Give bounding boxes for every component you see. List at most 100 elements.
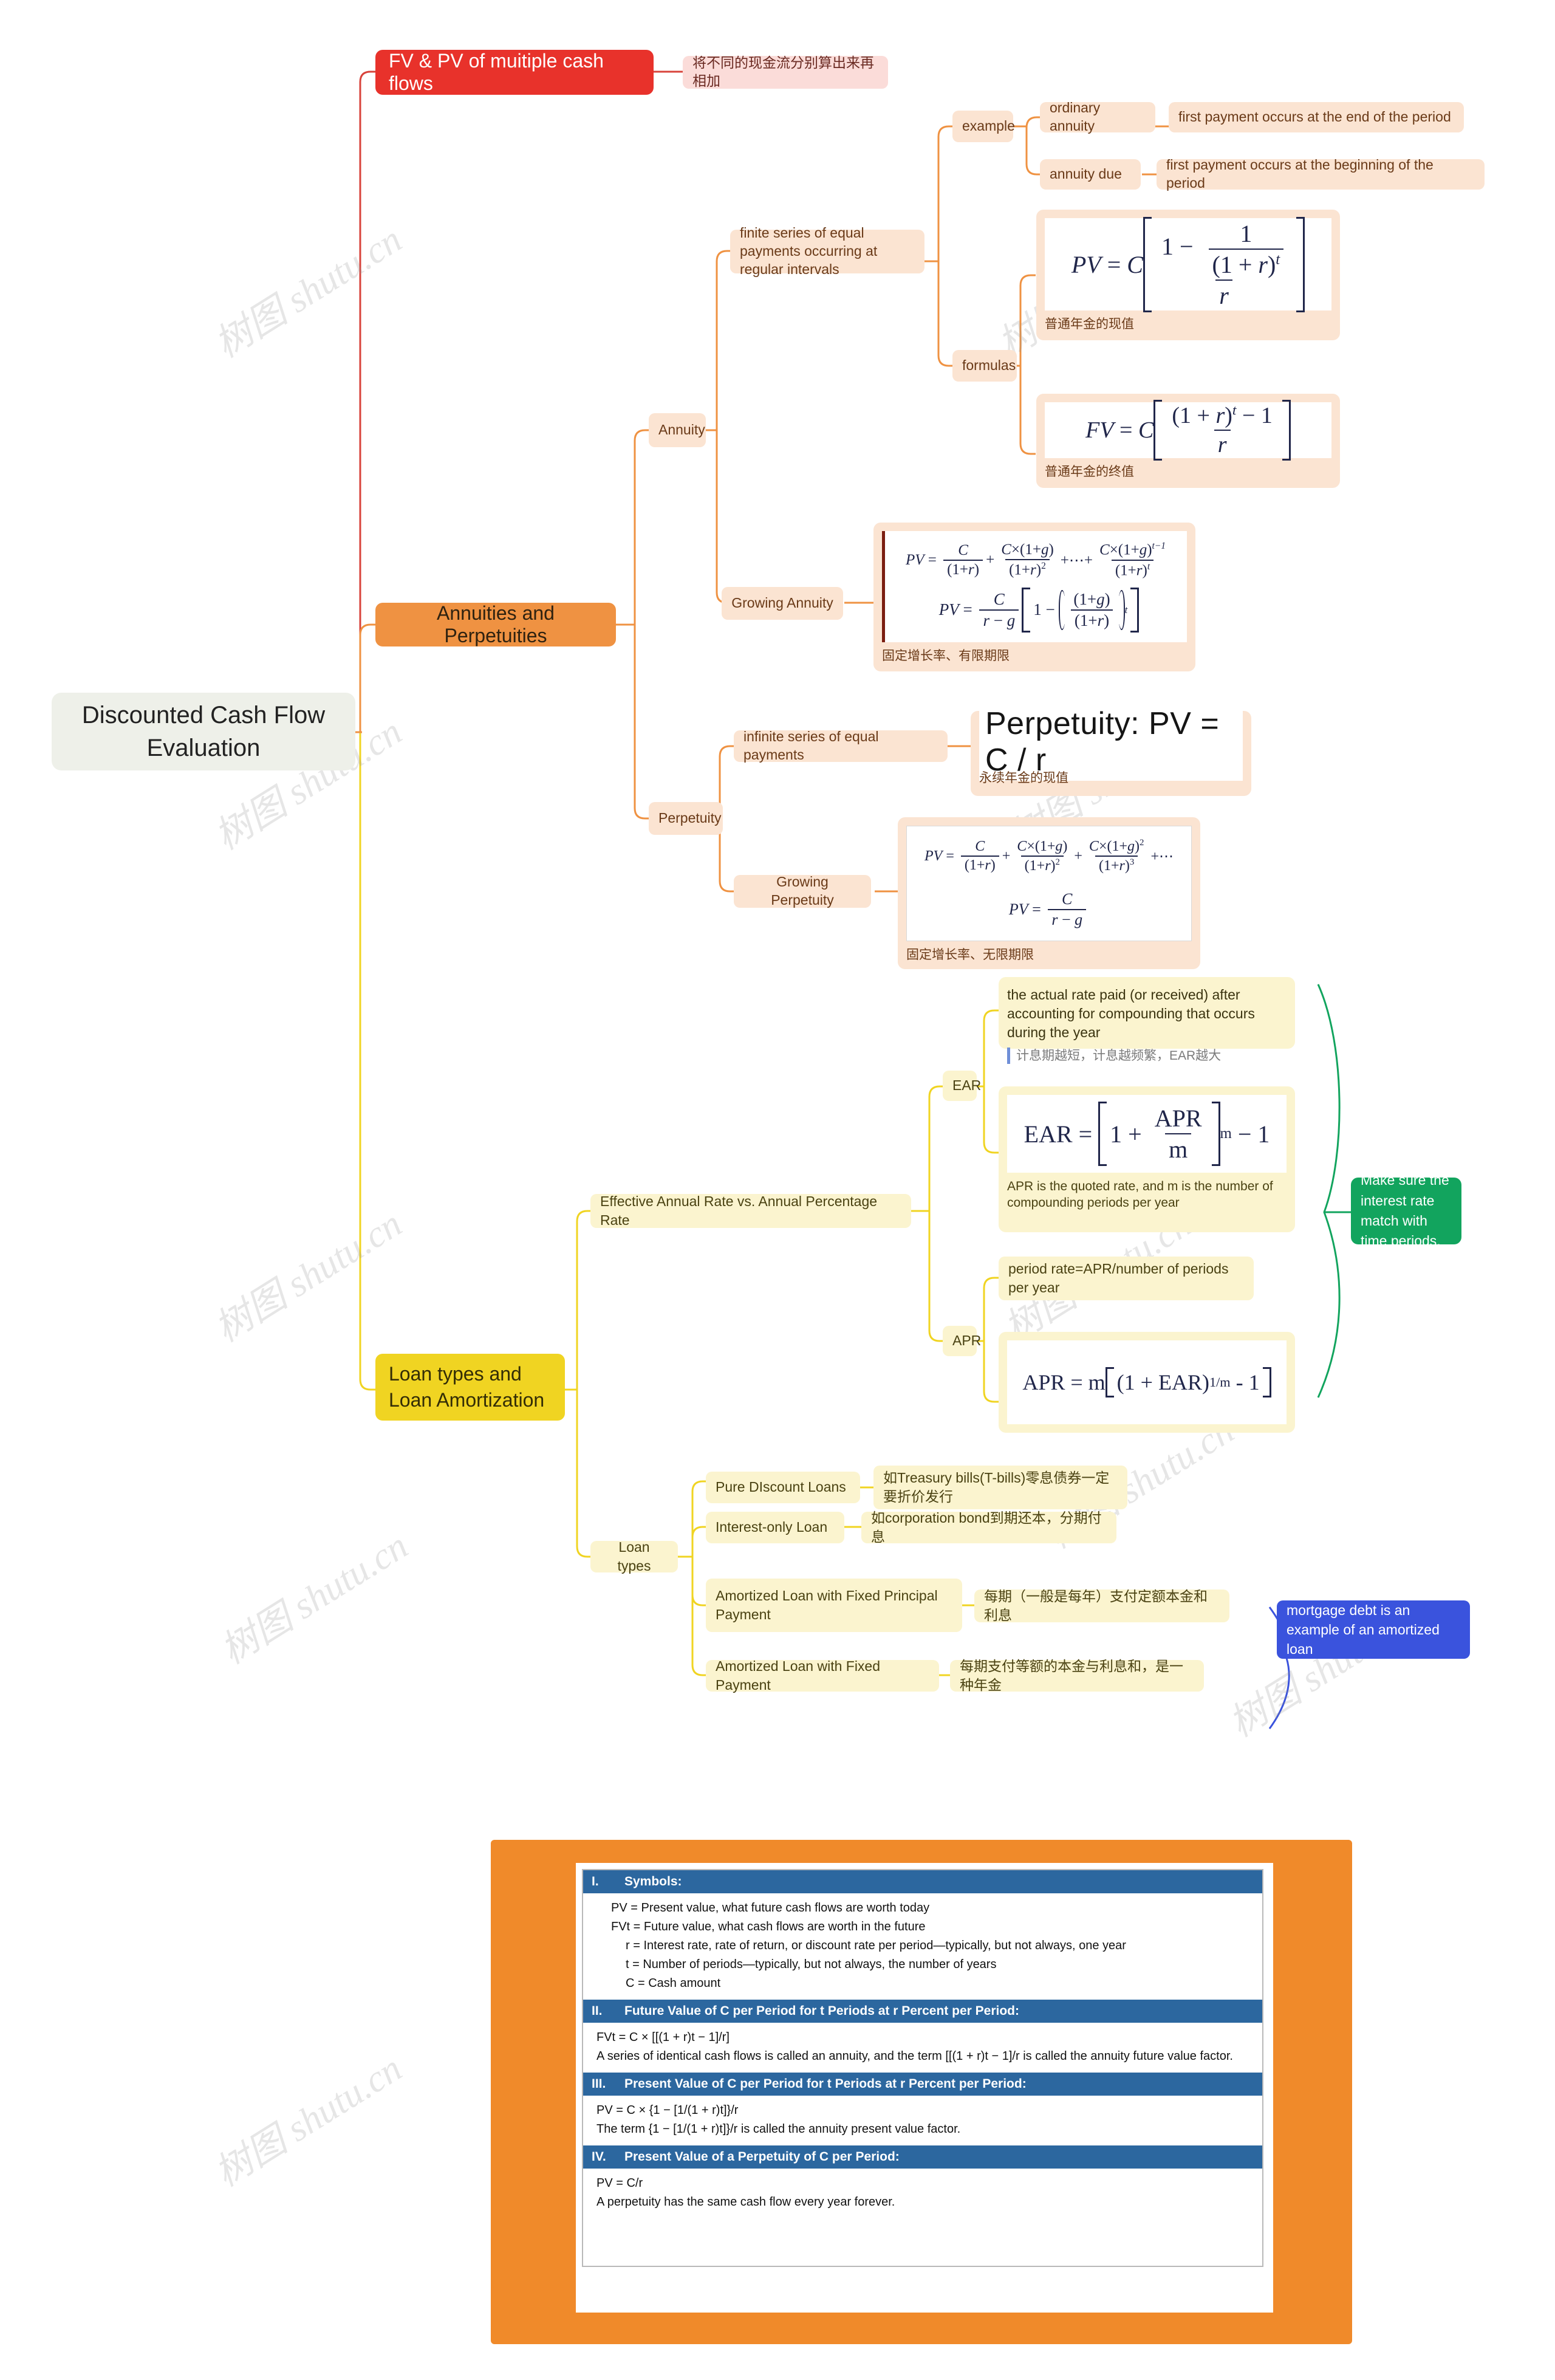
watermark: 树图 shutu.cn <box>208 2047 409 2195</box>
node-amortized-fixed-payment-label: Amortized Loan with Fixed Payment <box>716 1658 881 1693</box>
node-ear-label: EAR <box>952 1077 982 1094</box>
node-interest-only-loan-desc-label: 如corporation bond到期还本，分期付息 <box>871 1509 1102 1545</box>
fv-formula-caption: 普通年金的终值 <box>1045 465 1134 479</box>
table-section-body: FVt = C × [[(1 + r)t − 1]/r] A series of… <box>583 2023 1262 2073</box>
node-ear-vs-apr[interactable]: Effective Annual Rate vs. Annual Percent… <box>590 1193 911 1228</box>
table-section-header: I. Symbols: <box>583 1870 1262 1893</box>
table-section-body: PV = C × {1 − [1/(1 + r)t]}/r The term {… <box>583 2096 1262 2145</box>
node-amortized-fixed-payment[interactable]: Amortized Loan with Fixed Payment <box>706 1658 939 1693</box>
branch-loans[interactable]: Loan types and Loan Amortization <box>375 1354 565 1421</box>
node-perpetuity-definition[interactable]: infinite series of equal payments <box>734 729 948 763</box>
node-amortized-fixed-payment-desc-label: 每期支付等额的本金与利息和，是一种年金 <box>960 1658 1183 1693</box>
table-line: r = Interest rate, rate of return, or di… <box>626 1939 1126 1952</box>
node-apr-definition[interactable]: period rate=APR/number of periods per ye… <box>999 1257 1254 1300</box>
card-fv-ordinary-annuity[interactable]: FV = C (1 + r)t − 1 r 普通年金的终值 <box>1036 394 1340 488</box>
node-interest-only-loan-label: Interest-only Loan <box>716 1519 828 1535</box>
table-line: The term {1 − [1/(1 + r)t]}/r is called … <box>596 2122 961 2136</box>
table-section-header: II. Future Value of C per Period for t P… <box>583 2000 1262 2023</box>
table-line: A perpetuity has the same cash flow ever… <box>596 2195 895 2209</box>
node-pure-discount-loans-label: Pure DIscount Loans <box>716 1479 846 1495</box>
section-title: Present Value of C per Period for t Peri… <box>624 2077 1027 2091</box>
section-title: Future Value of C per Period for t Perio… <box>624 2004 1019 2018</box>
table-line: A series of identical cash flows is call… <box>596 2049 1233 2063</box>
card-ear-definition[interactable]: the actual rate paid (or received) after… <box>999 977 1295 1065</box>
pv-formula-image: PV = C 1 − 1 (1 + r)t r <box>1045 216 1331 312</box>
node-amortized-fixed-principal-desc[interactable]: 每期（一般是每年）支付定额本金和利息 <box>974 1588 1229 1623</box>
node-ordinary-annuity[interactable]: ordinary annuity <box>1040 100 1155 134</box>
node-annuity-definition-label: finite series of equal payments occurrin… <box>740 225 878 277</box>
branch-fv-pv-label: FV & PV of muitiple cash flows <box>389 50 604 94</box>
node-amortized-fixed-principal-desc-label: 每期（一般是每年）支付定额本金和利息 <box>984 1588 1208 1623</box>
ear-definition-text: the actual rate paid (or received) after… <box>1007 987 1255 1041</box>
node-ordinary-annuity-desc-label: first payment occurs at the end of the p… <box>1178 109 1451 125</box>
table-line: C = Cash amount <box>626 1977 721 1990</box>
card-ear-formula[interactable]: EAR = 1 + APR m m − 1 APR is the quoted r… <box>999 1086 1295 1232</box>
node-ordinary-annuity-desc[interactable]: first payment occurs at the end of the p… <box>1169 102 1464 132</box>
apr-formula-image: APR = m (1 + EAR) 1/m - 1 <box>1007 1340 1287 1424</box>
node-pure-discount-loans-desc-label: 如Treasury bills(T-bills)零息债券一定要折价发行 <box>883 1469 1110 1504</box>
table-line: FVt = C × [[(1 + r)t − 1]/r] <box>596 2031 730 2044</box>
callout-mortgage-debt[interactable]: mortgage debt is an example of an amorti… <box>1277 1600 1470 1659</box>
branch-loans-label: Loan types and Loan Amortization <box>389 1362 545 1411</box>
card-apr-formula[interactable]: APR = m (1 + EAR) 1/m - 1 <box>999 1332 1295 1433</box>
watermark: 树图 shutu.cn <box>208 1202 409 1350</box>
branch-fv-pv[interactable]: FV & PV of muitiple cash flows <box>375 50 654 95</box>
node-amortized-fixed-payment-desc[interactable]: 每期支付等额的本金与利息和，是一种年金 <box>950 1658 1204 1693</box>
summary-table[interactable]: I. Symbols: PV = Present value, what fut… <box>582 1869 1263 2267</box>
node-annuity-label: Annuity <box>658 422 705 438</box>
callout-interest-rate-match[interactable]: Make sure the interest rate match with t… <box>1351 1172 1461 1249</box>
node-loan-types[interactable]: Loan types <box>590 1539 678 1574</box>
node-apr-label: APR <box>952 1332 982 1349</box>
node-growing-perpetuity[interactable]: Growing Perpetuity <box>734 874 871 908</box>
node-example[interactable]: example <box>952 111 1015 142</box>
root-node[interactable]: Discounted Cash Flow Evaluation <box>52 693 355 770</box>
node-loan-types-label: Loan types <box>617 1538 651 1574</box>
perpetuity-headline: Perpetuity: PV = C / r <box>979 703 1243 781</box>
growing-annuity-caption: 固定增长率、有限期限 <box>882 649 1010 663</box>
node-perpetuity[interactable]: Perpetuity <box>649 802 723 835</box>
node-growing-annuity-label: Growing Annuity <box>731 595 833 611</box>
table-section-body: PV = Present value, what future cash flo… <box>583 1893 1262 2000</box>
card-growing-perpetuity[interactable]: PV = C (1+r) + C×(1+g) (1+r)2 + C×(1+g)2 (1… <box>898 817 1200 969</box>
node-annuity-due-label: annuity due <box>1050 166 1122 182</box>
node-amortized-fixed-principal-label: Amortized Loan with Fixed Principal Paym… <box>716 1587 938 1622</box>
node-growing-annuity[interactable]: Growing Annuity <box>722 587 843 620</box>
root-label: Discounted Cash Flow Evaluation <box>81 702 326 761</box>
fv-pv-note-label: 将不同的现金流分别算出来再相加 <box>692 55 874 89</box>
ear-formula-caption: APR is the quoted rate, and m is the num… <box>1007 1179 1273 1210</box>
card-growing-annuity[interactable]: PV = C (1+r) + C×(1+g) (1+r)2 +⋯+ C×(1+g)t… <box>873 523 1195 671</box>
table-section-header: III. Present Value of C per Period for t… <box>583 2073 1262 2096</box>
table-line: PV = Present value, what future cash flo… <box>611 1901 930 1915</box>
section-numeral: II. <box>592 2004 603 2018</box>
node-annuity-due[interactable]: annuity due <box>1040 159 1141 190</box>
table-line: PV = C/r <box>596 2176 643 2190</box>
node-annuity-definition[interactable]: finite series of equal payments occurrin… <box>730 225 924 277</box>
perpetuity-formula-image: Perpetuity: PV = C / r <box>979 703 1243 781</box>
section-title: Symbols: <box>624 1874 682 1888</box>
fv-pv-note[interactable]: 将不同的现金流分别算出来再相加 <box>683 55 888 89</box>
table-section-body: PV = C/r A perpetuity has the same cash … <box>583 2169 1262 2218</box>
node-annuity-due-desc[interactable]: first payment occurs at the beginning of… <box>1157 157 1485 191</box>
node-perpetuity-definition-label: infinite series of equal payments <box>743 729 879 763</box>
node-apr-definition-label: period rate=APR/number of periods per ye… <box>1008 1260 1229 1295</box>
growing-perpetuity-formula-image: PV = C (1+r) + C×(1+g) (1+r)2 + C×(1+g)2 (1… <box>906 826 1192 941</box>
callout-interest-rate-match-label: Make sure the interest rate match with t… <box>1361 1172 1449 1249</box>
node-pure-discount-loans-desc[interactable]: 如Treasury bills(T-bills)零息债券一定要折价发行 <box>873 1466 1127 1509</box>
ear-formula-image: EAR = 1 + APR m m − 1 <box>1007 1095 1287 1173</box>
node-example-label: example <box>962 118 1015 134</box>
node-formulas[interactable]: formulas <box>952 350 1017 382</box>
section-numeral: I. <box>592 1874 599 1888</box>
card-pv-ordinary-annuity[interactable]: PV = C 1 − 1 (1 + r)t r 普通年金的现值 <box>1036 210 1340 340</box>
branch-annuities[interactable]: Annuities and Perpetuities <box>375 602 616 646</box>
node-growing-perpetuity-label: Growing Perpetuity <box>771 874 834 908</box>
node-interest-only-loan-desc[interactable]: 如corporation bond到期还本，分期付息 <box>861 1509 1116 1545</box>
table-line: t = Number of periods—typically, but not… <box>626 1958 997 1971</box>
node-amortized-fixed-principal[interactable]: Amortized Loan with Fixed Principal Paym… <box>706 1579 962 1632</box>
node-annuity[interactable]: Annuity <box>649 413 706 447</box>
node-ear[interactable]: EAR <box>943 1071 982 1101</box>
node-apr[interactable]: APR <box>943 1326 982 1356</box>
node-formulas-label: formulas <box>962 357 1016 374</box>
card-perpetuity[interactable]: Perpetuity: PV = C / r 永续年金的现值 <box>971 703 1251 796</box>
node-pure-discount-loans[interactable]: Pure DIscount Loans <box>706 1472 860 1503</box>
node-interest-only-loan[interactable]: Interest-only Loan <box>706 1512 844 1543</box>
